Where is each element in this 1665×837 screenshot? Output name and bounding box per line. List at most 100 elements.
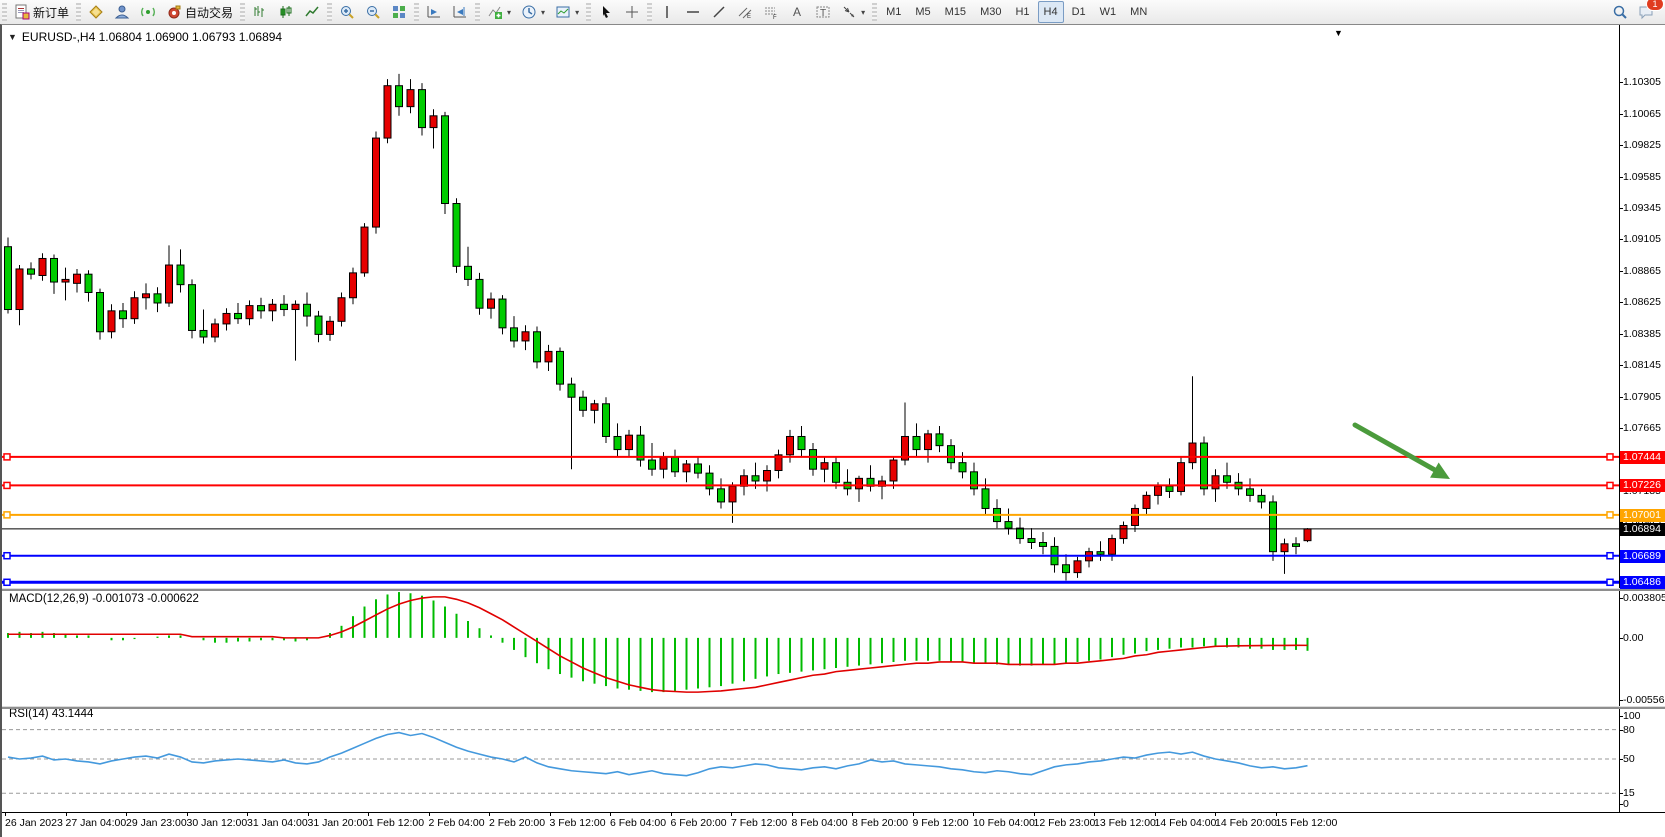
pane-separator-macd[interactable] <box>2 588 1665 591</box>
candle-body <box>568 384 575 397</box>
time-tick-label: 1 Feb 12:00 <box>368 817 424 829</box>
candlestick-icon <box>278 4 294 20</box>
templates-button[interactable]: ▾ <box>551 1 583 23</box>
candle-body <box>626 435 633 449</box>
profiles-button[interactable] <box>110 1 134 23</box>
timeframe-button-m30[interactable]: M30 <box>974 1 1007 23</box>
candle-body <box>499 299 506 328</box>
hline-handle[interactable] <box>4 553 10 559</box>
rsi-tick-label: 80 <box>1623 724 1635 736</box>
time-axis[interactable]: 26 Jan 202327 Jan 04:0029 Jan 23:0030 Ja… <box>2 812 1665 833</box>
vline-button[interactable] <box>655 1 679 23</box>
chat-button[interactable]: 1 <box>1634 1 1658 23</box>
timeframe-button-m1[interactable]: M1 <box>880 1 907 23</box>
candle-body <box>557 351 564 384</box>
pane-separator-rsi[interactable] <box>2 706 1665 709</box>
zoom-in-button[interactable] <box>335 1 359 23</box>
candle-body <box>649 460 656 469</box>
hline-handle[interactable] <box>4 579 10 585</box>
candle-body <box>683 464 690 472</box>
time-tick <box>368 813 369 816</box>
time-tick-label: 3 Feb 12:00 <box>550 817 606 829</box>
chart-canvas[interactable] <box>2 25 1665 837</box>
timeframe-button-mn[interactable]: MN <box>1124 1 1153 23</box>
bar-chart-button[interactable] <box>248 1 272 23</box>
hline-handle[interactable] <box>4 454 10 460</box>
candlestick-button[interactable] <box>274 1 298 23</box>
time-tick <box>792 813 793 816</box>
price-tick-label: 1.08385 <box>1623 328 1661 340</box>
hline-handle[interactable] <box>4 482 10 488</box>
timeframe-button-d1[interactable]: D1 <box>1066 1 1092 23</box>
price-tick-label: 1.09345 <box>1623 202 1661 214</box>
fibonacci-button[interactable]: F <box>759 1 783 23</box>
chart-window[interactable]: ▼ EURUSD-,H4 1.06804 1.06900 1.06793 1.0… <box>0 24 1665 837</box>
tile-windows-button[interactable] <box>387 1 411 23</box>
candle-body <box>281 304 288 309</box>
trend-arrow[interactable] <box>1355 425 1442 474</box>
candle-body <box>235 313 242 318</box>
candle-body <box>591 404 598 411</box>
arrows-button[interactable]: ▾ <box>837 1 869 23</box>
new-order-button[interactable]: 新订单 <box>10 1 73 23</box>
candle-body <box>315 316 322 334</box>
channel-button[interactable]: E <box>733 1 757 23</box>
trendline-button[interactable] <box>707 1 731 23</box>
hline-button[interactable] <box>681 1 705 23</box>
crosshair-button[interactable] <box>620 1 644 23</box>
chevron-down-icon[interactable]: ▾ <box>575 8 579 17</box>
line-chart-button[interactable] <box>300 1 324 23</box>
timeframe-button-h1[interactable]: H1 <box>1009 1 1035 23</box>
hline-handle[interactable] <box>4 512 10 518</box>
price-tick-label: 1.08865 <box>1623 265 1661 277</box>
chevron-down-icon[interactable]: ▾ <box>541 8 545 17</box>
indicators-button[interactable]: ▾ <box>483 1 515 23</box>
time-tick <box>913 813 914 816</box>
timeframe-button-h4[interactable]: H4 <box>1038 1 1064 23</box>
candle-body <box>913 436 920 449</box>
text-label-button[interactable]: T <box>811 1 835 23</box>
chart-shift-button[interactable] <box>448 1 472 23</box>
autotrading-button[interactable]: 自动交易 <box>162 1 237 23</box>
time-tick <box>187 813 188 816</box>
candle-body <box>787 436 794 454</box>
search-button[interactable] <box>1608 1 1632 23</box>
text-button[interactable]: A <box>785 1 809 23</box>
zoom-out-button[interactable] <box>361 1 385 23</box>
candle-body <box>85 274 92 292</box>
price-tick-label: 1.08625 <box>1623 296 1661 308</box>
candle-body <box>1270 502 1277 552</box>
candle-body <box>672 457 679 471</box>
time-tick-label: 15 Feb 12:00 <box>1276 817 1338 829</box>
auto-scroll-button[interactable] <box>422 1 446 23</box>
time-tick-label: 12 Feb 23:00 <box>1034 817 1096 829</box>
macd-tick-label: 0.00 <box>1623 632 1643 644</box>
timeframe-button-m15[interactable]: M15 <box>939 1 972 23</box>
hline-handle[interactable] <box>1607 454 1613 460</box>
hline-handle[interactable] <box>1607 512 1613 518</box>
axis-tick <box>1619 397 1623 398</box>
cursor-button[interactable] <box>594 1 618 23</box>
candle-body <box>833 463 840 483</box>
chevron-down-icon[interactable]: ▾ <box>507 8 511 17</box>
timeframe-button-m5[interactable]: M5 <box>909 1 936 23</box>
candle-body <box>1212 476 1219 489</box>
time-tick-label: 26 Jan 2023 <box>5 817 63 829</box>
timeframe-button-w1[interactable]: W1 <box>1094 1 1123 23</box>
market-watch-button[interactable] <box>84 1 108 23</box>
chevron-down-icon[interactable]: ▾ <box>861 8 865 17</box>
profile-icon <box>114 4 130 20</box>
periods-button[interactable]: ▾ <box>517 1 549 23</box>
candle-body <box>177 265 184 285</box>
candle-body <box>373 138 380 227</box>
toolbar-right: 1 <box>1607 1 1665 23</box>
hline-handle[interactable] <box>1607 579 1613 585</box>
candle-body <box>154 294 161 303</box>
indicators-icon <box>487 4 503 20</box>
time-tick-label: 31 Jan 04:00 <box>247 817 308 829</box>
time-tick-label: 27 Jan 04:00 <box>66 817 127 829</box>
hline-handle[interactable] <box>1607 482 1613 488</box>
hline-handle[interactable] <box>1607 553 1613 559</box>
signals-button[interactable] <box>136 1 160 23</box>
rsi-tick-label: 0 <box>1623 798 1629 810</box>
